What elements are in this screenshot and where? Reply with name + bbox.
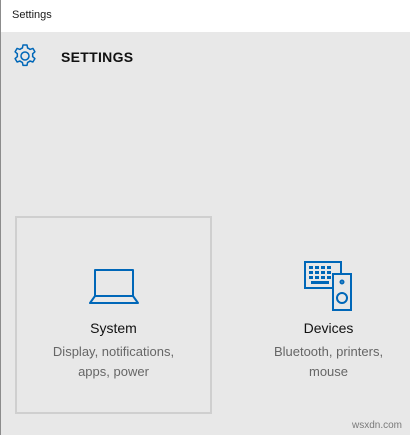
devices-tile-description: Bluetooth, printers, mouse (232, 342, 410, 382)
title-bar[interactable]: Settings (1, 0, 410, 32)
devices-tile[interactable]: Devices Bluetooth, printers, mouse (230, 216, 410, 414)
devices-tile-title: Devices (303, 320, 354, 336)
system-tile-description: Display, notifications, apps, power (17, 342, 210, 382)
system-tile-desc-line1: Display, notifications, (52, 344, 175, 359)
page-title: SETTINGS (61, 49, 134, 65)
keyboard-speaker-icon (303, 261, 352, 311)
watermark: wsxdn.com (351, 420, 402, 431)
window-title: Settings (12, 9, 52, 21)
settings-window: Settings SETTINGS System Display, notifi… (0, 0, 410, 435)
system-tile-desc-line2: apps, power (78, 364, 149, 379)
system-tile[interactable]: System Display, notifications, apps, pow… (15, 216, 212, 414)
system-tile-title: System (90, 320, 137, 336)
laptop-icon (88, 269, 139, 304)
settings-header: SETTINGS (1, 32, 410, 82)
gear-icon (14, 44, 36, 67)
devices-tile-desc-line1: Bluetooth, printers, (273, 344, 384, 359)
devices-tile-desc-line2: mouse (308, 364, 349, 379)
